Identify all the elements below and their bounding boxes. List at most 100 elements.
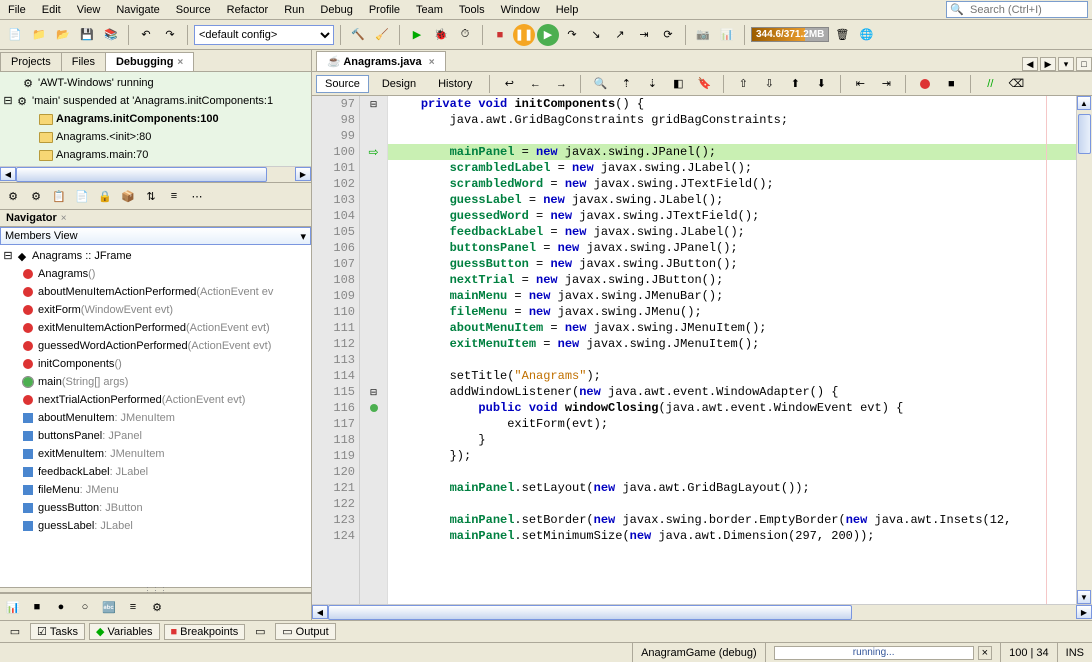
files-dropdown-button[interactable]: ▾ <box>1058 57 1074 71</box>
sort-alpha-button[interactable]: 🔤 <box>98 596 120 618</box>
code-line[interactable]: buttonsPanel = new javax.swing.JPanel(); <box>388 240 1076 256</box>
resume-thread-button[interactable]: ⚙ <box>2 185 24 207</box>
stack-frame[interactable]: Anagrams.initComponents:100 <box>2 110 309 128</box>
code-line[interactable]: }); <box>388 448 1076 464</box>
step-out-button[interactable]: ↗ <box>609 24 631 46</box>
window-list-button-2[interactable]: ▭ <box>249 621 271 643</box>
code-line[interactable]: guessLabel = new javax.swing.JLabel(); <box>388 192 1076 208</box>
code-line[interactable]: addWindowListener(new java.awt.event.Win… <box>388 384 1076 400</box>
code-line[interactable]: } <box>388 432 1076 448</box>
prev-file-button[interactable]: ◀ <box>1022 57 1038 71</box>
code-line[interactable] <box>388 352 1076 368</box>
sort-pos-button[interactable]: ≡ <box>122 596 144 618</box>
variables-button[interactable]: ◆Variables <box>89 623 160 640</box>
code-line[interactable]: aboutMenuItem = new javax.swing.JMenuIte… <box>388 320 1076 336</box>
search-input[interactable] <box>967 4 1087 16</box>
subtab-history[interactable]: History <box>429 75 481 93</box>
pause-button[interactable]: ❚❚ <box>513 24 535 46</box>
menu-debug[interactable]: Debug <box>312 2 360 18</box>
code-line[interactable]: mainMenu = new javax.swing.JMenuBar(); <box>388 288 1076 304</box>
lock-button[interactable]: 🔒 <box>94 185 116 207</box>
show-fields-button[interactable]: ■ <box>26 596 48 618</box>
insert-mode[interactable]: INS <box>1057 643 1092 662</box>
next-error-button[interactable]: ⬇ <box>810 73 832 95</box>
code-line[interactable] <box>388 464 1076 480</box>
make-current-button[interactable]: 📋 <box>48 185 70 207</box>
stop-process-button[interactable]: × <box>978 646 992 660</box>
show-static-button[interactable]: ● <box>50 596 72 618</box>
menu-help[interactable]: Help <box>548 2 587 18</box>
stack-frame[interactable]: Anagrams.main:70 <box>2 146 309 164</box>
tab-debugging[interactable]: Debugging× <box>105 52 194 71</box>
show-inherited-button[interactable]: 📊 <box>2 596 24 618</box>
menu-window[interactable]: Window <box>493 2 548 18</box>
member-item[interactable]: aboutMenuItem : JMenuItem <box>2 409 309 427</box>
collapse-icon[interactable]: ⊟ <box>2 249 14 263</box>
next-bookmark-button[interactable]: ⇩ <box>758 73 780 95</box>
shift-left-button[interactable]: ⇤ <box>849 73 871 95</box>
collapse-icon[interactable]: ⊟ <box>2 94 14 108</box>
macro-record-button[interactable] <box>914 73 936 95</box>
code-line[interactable]: setTitle("Anagrams"); <box>388 368 1076 384</box>
filter-button[interactable]: ≡ <box>163 185 185 207</box>
menu-tools[interactable]: Tools <box>451 2 493 18</box>
menu-profile[interactable]: Profile <box>361 2 408 18</box>
code-line[interactable]: exitMenuItem = new javax.swing.JMenuItem… <box>388 336 1076 352</box>
class-node[interactable]: ⊟ ◆ Anagrams :: JFrame <box>2 247 309 265</box>
member-item[interactable]: fileMenu : JMenu <box>2 481 309 499</box>
tab-projects[interactable]: Projects <box>0 52 62 71</box>
build-button[interactable]: 🔨 <box>347 24 369 46</box>
window-list-button[interactable]: ▭ <box>4 621 26 643</box>
output-button[interactable]: ▭Output <box>275 623 335 640</box>
gc-button[interactable]: 🗑 <box>831 24 853 46</box>
stop-button[interactable]: ■ <box>489 24 511 46</box>
run-button[interactable]: ▶ <box>406 24 428 46</box>
member-item[interactable]: aboutMenuItemActionPerformed(ActionEvent… <box>2 283 309 301</box>
thread-row[interactable]: ⚙ 'AWT-Windows' running <box>2 74 309 92</box>
new-project-button[interactable]: 📁 <box>28 24 50 46</box>
menu-run[interactable]: Run <box>276 2 312 18</box>
subtab-design[interactable]: Design <box>373 75 425 93</box>
member-item[interactable]: nextTrialActionPerformed(ActionEvent evt… <box>2 391 309 409</box>
memory-indicator[interactable]: 344.6/371.2MB <box>751 27 829 42</box>
code-line[interactable]: mainPanel.setMinimumSize(new java.awt.Di… <box>388 528 1076 544</box>
menu-view[interactable]: View <box>69 2 109 18</box>
code-line[interactable]: scrambledLabel = new javax.swing.JLabel(… <box>388 160 1076 176</box>
sort-button[interactable]: ⇅ <box>140 185 162 207</box>
code-line[interactable]: fileMenu = new javax.swing.JMenu(); <box>388 304 1076 320</box>
thread-row[interactable]: ⊟ ⚙ 'main' suspended at 'Anagrams.initCo… <box>2 92 309 110</box>
code-line[interactable]: java.awt.GridBagConstraints gridBagConst… <box>388 112 1076 128</box>
find-prev-button[interactable]: ⇡ <box>615 73 637 95</box>
continue-button[interactable]: ▶ <box>537 24 559 46</box>
undo-button[interactable]: ↶ <box>135 24 157 46</box>
menu-team[interactable]: Team <box>408 2 451 18</box>
members-view-dropdown[interactable]: Members View▾ <box>0 227 311 245</box>
code-line[interactable] <box>388 128 1076 144</box>
redo-button[interactable]: ↷ <box>159 24 181 46</box>
save-all-button[interactable]: 📚 <box>100 24 122 46</box>
code-line[interactable]: guessedWord = new javax.swing.JTextField… <box>388 208 1076 224</box>
member-item[interactable]: guessedWordActionPerformed(ActionEvent e… <box>2 337 309 355</box>
code-line[interactable]: mainPanel.setBorder(new javax.swing.bord… <box>388 512 1076 528</box>
member-item[interactable]: buttonsPanel : JPanel <box>2 427 309 445</box>
code-line[interactable]: mainPanel = new javax.swing.JPanel(); <box>388 144 1076 160</box>
menu-source[interactable]: Source <box>168 2 219 18</box>
tab-files[interactable]: Files <box>61 52 106 71</box>
member-item[interactable]: guessLabel : JLabel <box>2 517 309 535</box>
code-line[interactable]: public void windowClosing(java.awt.event… <box>388 400 1076 416</box>
profile-button[interactable]: ⏱ <box>454 24 476 46</box>
debug-button[interactable]: 🐞 <box>430 24 452 46</box>
clean-build-button[interactable]: 🧹 <box>371 24 393 46</box>
tasks-button[interactable]: ☑Tasks <box>30 623 85 640</box>
code-line[interactable]: exitForm(evt); <box>388 416 1076 432</box>
new-file-button[interactable]: 📄 <box>4 24 26 46</box>
shift-right-button[interactable]: ⇥ <box>875 73 897 95</box>
member-item[interactable]: Anagrams() <box>2 265 309 283</box>
member-item[interactable]: exitForm(WindowEvent evt) <box>2 301 309 319</box>
go-to-source-button[interactable]: 📄 <box>71 185 93 207</box>
take-snapshot-button[interactable]: 📷 <box>692 24 714 46</box>
member-item[interactable]: exitMenuItem : JMenuItem <box>2 445 309 463</box>
uncomment-button[interactable]: ⌫ <box>1005 73 1027 95</box>
subtab-source[interactable]: Source <box>316 75 369 93</box>
close-icon[interactable]: × <box>61 213 67 224</box>
